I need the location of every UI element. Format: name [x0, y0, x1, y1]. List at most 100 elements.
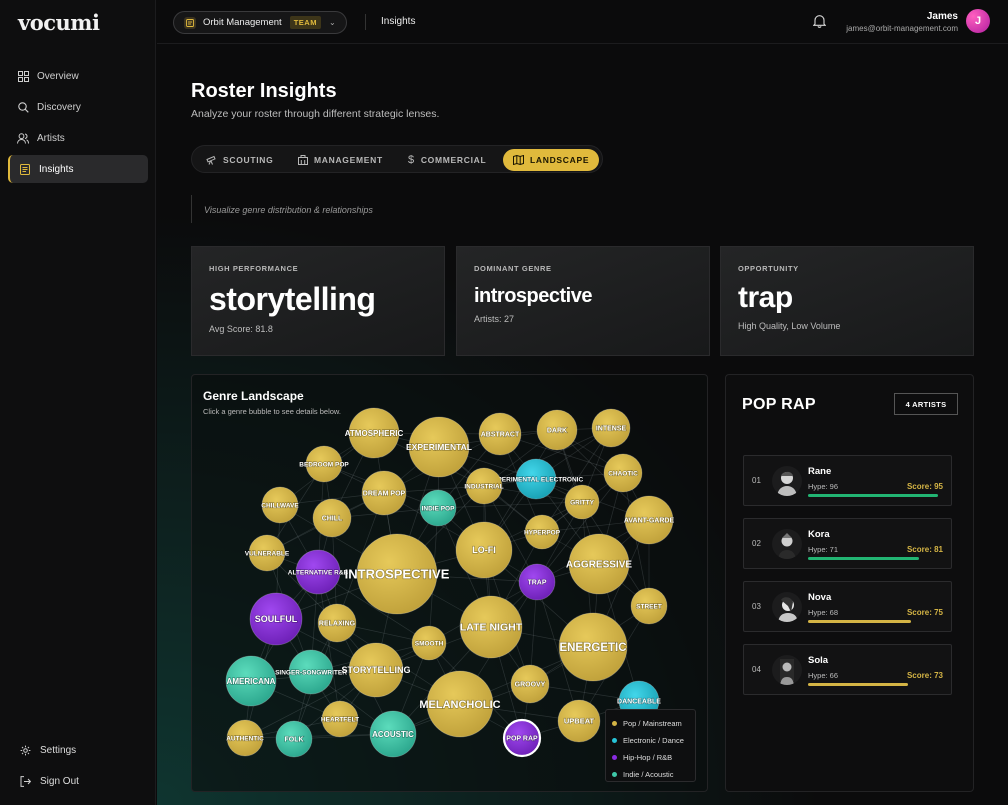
- sidebar-item-artists[interactable]: Artists: [8, 124, 148, 152]
- avatar[interactable]: J: [966, 9, 990, 33]
- bubble-label: UPBEAT: [564, 717, 595, 726]
- genre-bubble-relaxing[interactable]: RELAXING: [317, 603, 357, 643]
- genre-bubble-late-night[interactable]: LATE NIGHT: [459, 595, 523, 659]
- genre-bubble-smooth[interactable]: SMOOTH: [411, 625, 447, 661]
- telescope-icon: [206, 155, 217, 165]
- genre-bubble-hyperpop[interactable]: HYPERPOP: [523, 514, 561, 550]
- sidebar-item-label: Discovery: [37, 101, 81, 113]
- stat-meta: Avg Score: 81.8: [209, 324, 273, 334]
- genre-bubble-energetic[interactable]: ENERGETIC: [558, 612, 628, 682]
- genre-bubble-soulful[interactable]: SOULFUL: [249, 592, 303, 646]
- genre-bubble-vulnerable[interactable]: VULNERABLE: [244, 534, 290, 572]
- bubble-label: AUTHENTIC: [226, 735, 264, 742]
- genre-detail-panel: POP RAP 4 ARTISTS 01 Rane Hype: 96 Score…: [725, 374, 974, 792]
- genre-bubble-dream-pop[interactable]: DREAM POP: [361, 470, 407, 516]
- top-header: Orbit Management TEAM ⌄ Insights James j…: [157, 0, 1008, 44]
- genre-bubble-melancholic[interactable]: MELANCHOLIC: [419, 670, 501, 738]
- genre-bubble-americana[interactable]: AMERICANA: [225, 655, 277, 707]
- artist-score: Score: 81: [906, 545, 943, 554]
- tab-label: LANDSCAPE: [530, 155, 590, 165]
- genre-bubble-folk[interactable]: FOLK: [275, 720, 313, 758]
- artist-score-bar: [808, 557, 919, 560]
- chevron-down-icon: ⌄: [328, 18, 336, 27]
- artist-avatar: [772, 466, 802, 496]
- lens-tabs: SCOUTING MANAGEMENT $ COMMERCIAL LANDSCA…: [191, 145, 603, 173]
- breadcrumb: Insights: [381, 16, 416, 27]
- tab-label: COMMERCIAL: [420, 155, 487, 165]
- artist-card[interactable]: 04 Sola Hype: 66 Score: 73: [743, 644, 952, 695]
- genre-bubble-street[interactable]: STREET: [630, 587, 668, 625]
- legend-label: Pop / Mainstream: [623, 719, 682, 728]
- stat-card-dominant-genre: DOMINANT GENRE introspective Artists: 27: [456, 246, 710, 356]
- genre-bubble-trap[interactable]: TRAP: [518, 563, 556, 601]
- genre-bubble-alternative-r-b[interactable]: ALTERNATIVE R&B: [287, 549, 349, 595]
- genre-bubble-industrial[interactable]: INDUSTRIAL: [464, 467, 504, 505]
- bubble-label: VULNERABLE: [245, 550, 290, 557]
- genre-bubble-intense[interactable]: INTENSE: [591, 408, 631, 448]
- genre-bubble-groovy[interactable]: GROOVY: [510, 664, 550, 704]
- artist-card[interactable]: 02 Kora Hype: 71 Score: 81: [743, 518, 952, 569]
- sidebar-item-insights[interactable]: Insights: [8, 155, 148, 183]
- artist-rank: 02: [752, 539, 761, 548]
- genre-bubble-acoustic[interactable]: ACOUSTIC: [369, 710, 417, 758]
- genre-bubble-atmospheric[interactable]: ATMOSPHERIC: [344, 407, 404, 459]
- team-badge: TEAM: [289, 16, 321, 29]
- genre-bubble-dark[interactable]: DARK: [536, 409, 578, 451]
- sign-out-link[interactable]: Sign Out: [20, 776, 79, 787]
- artist-card[interactable]: 03 Nova Hype: 68 Score: 75: [743, 581, 952, 632]
- artist-name: Nova: [808, 592, 832, 603]
- bubble-label: INTROSPECTIVE: [345, 567, 450, 582]
- genre-bubble-chill[interactable]: CHILL: [312, 498, 352, 538]
- tab-management[interactable]: MANAGEMENT: [288, 149, 393, 171]
- genre-bubble-avant-garde[interactable]: AVANT-GARDE: [623, 495, 675, 545]
- stat-meta: High Quality, Low Volume: [738, 321, 841, 331]
- bubble-label: EXPERIMENTAL: [406, 442, 472, 452]
- legend-label: Hip-Hop / R&B: [623, 753, 673, 762]
- stat-value: storytelling: [209, 281, 376, 317]
- genre-bubble-upbeat[interactable]: UPBEAT: [557, 699, 601, 743]
- sidebar-item-label: Artists: [37, 132, 65, 144]
- bubble-label: LATE NIGHT: [460, 622, 523, 634]
- artist-card[interactable]: 01 Rane Hype: 96 Score: 95: [743, 455, 952, 506]
- bubble-label: DREAM POP: [363, 490, 406, 497]
- sidebar-item-discovery[interactable]: Discovery: [8, 93, 148, 121]
- bell-icon[interactable]: [812, 14, 827, 33]
- sidebar-item-overview[interactable]: Overview: [8, 62, 148, 90]
- bubble-label: SMOOTH: [415, 640, 444, 647]
- tab-landscape[interactable]: LANDSCAPE: [503, 149, 600, 171]
- genre-bubble-chillwave[interactable]: CHILLWAVE: [261, 486, 300, 524]
- tab-scouting[interactable]: SCOUTING: [196, 149, 283, 171]
- bubble-label: AMERICANA: [227, 677, 276, 686]
- artist-name: Sola: [808, 655, 829, 666]
- genre-bubble-authentic[interactable]: AUTHENTIC: [226, 719, 265, 757]
- bubble-label: HEARTFELT: [321, 716, 359, 723]
- genre-bubble-pop-rap[interactable]: POP RAP: [502, 718, 542, 758]
- main-content: Roster Insights Analyze your roster thro…: [157, 45, 1008, 805]
- bubble-label: RELAXING: [319, 620, 356, 627]
- artist-score-bar: [808, 494, 938, 497]
- artist-score-bar: [808, 683, 908, 686]
- bubble-label: ALTERNATIVE R&B: [288, 569, 349, 576]
- genre-bubble-gritty[interactable]: GRITTY: [564, 484, 600, 520]
- genre-bubble-abstract[interactable]: ABSTRACT: [478, 412, 522, 456]
- genre-bubble-indie-pop[interactable]: INDIE POP: [419, 489, 457, 527]
- app-logo[interactable]: vocumi: [18, 10, 100, 35]
- tab-commercial[interactable]: $ COMMERCIAL: [398, 149, 496, 171]
- artist-rank: 01: [752, 476, 761, 485]
- genre-bubble-singer-songwriter[interactable]: SINGER-SONGWRITER: [274, 649, 348, 695]
- genre-bubble-storytelling[interactable]: STORYTELLING: [341, 642, 411, 698]
- search-icon: [17, 101, 29, 113]
- bubble-label: DARK: [547, 427, 567, 434]
- genre-bubble-chaotic[interactable]: CHAOTIC: [603, 453, 643, 493]
- settings-link[interactable]: Settings: [20, 745, 76, 756]
- genre-bubble-introspective[interactable]: INTROSPECTIVE: [344, 533, 450, 615]
- genre-bubble-lo-fi[interactable]: LO-FI: [455, 521, 513, 579]
- genre-landscape: Genre Landscape Click a genre bubble to …: [191, 374, 708, 792]
- genre-bubble-experimental[interactable]: EXPERIMENTAL: [405, 416, 473, 478]
- artist-name: Rane: [808, 466, 832, 477]
- bubble-label: MELANCHOLIC: [419, 699, 500, 711]
- genre-bubble-bedroom-pop[interactable]: BEDROOM POP: [299, 445, 350, 483]
- org-switcher[interactable]: Orbit Management TEAM ⌄: [173, 11, 347, 34]
- lens-description: Visualize genre distribution & relations…: [191, 195, 373, 223]
- genre-bubble-heartfelt[interactable]: HEARTFELT: [320, 700, 360, 738]
